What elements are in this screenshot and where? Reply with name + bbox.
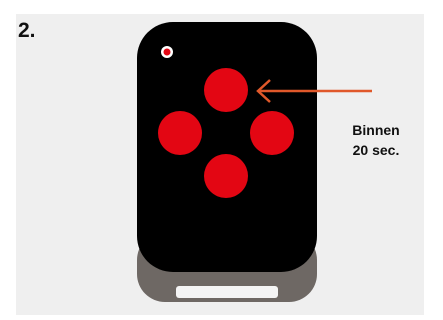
led-indicator-dot — [163, 48, 171, 56]
remote-button-right[interactable] — [250, 111, 294, 155]
remote-slot — [176, 286, 278, 298]
remote-button-bottom[interactable] — [204, 154, 248, 198]
timing-note-line1: Binnen — [352, 122, 400, 138]
remote-button-left[interactable] — [158, 111, 202, 155]
timing-note-line2: 20 sec. — [352, 142, 400, 158]
timing-note: Binnen 20 sec. — [336, 120, 416, 160]
remote-button-top[interactable] — [204, 68, 248, 112]
remote-control-illustration — [137, 22, 372, 302]
